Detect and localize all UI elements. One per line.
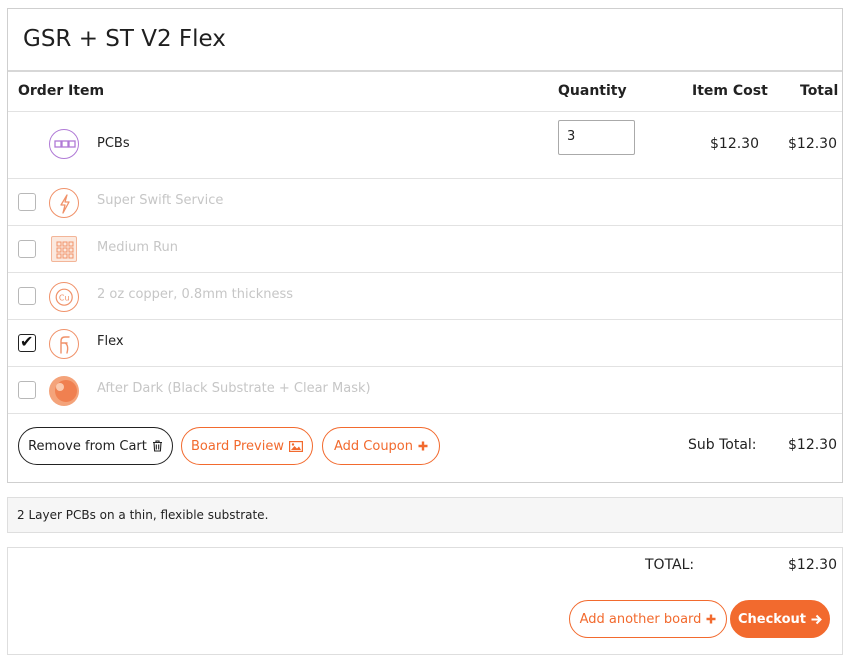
- pcbs-row: PCBs 3 $12.30 $12.30: [8, 112, 842, 179]
- header-total: Total: [800, 83, 839, 99]
- remove-from-cart-button[interactable]: Remove from Cart: [18, 427, 173, 465]
- image-icon: [288, 440, 303, 452]
- option-label: Flex: [97, 334, 124, 349]
- option-label: Super Swift Service: [97, 193, 224, 208]
- preview-label: Board Preview: [191, 438, 284, 454]
- header-item-cost: Item Cost: [692, 83, 768, 99]
- option-label: 2 oz copper, 0.8mm thickness: [97, 287, 294, 302]
- subtotal-value: $12.30: [788, 437, 837, 453]
- after-dark-checkbox[interactable]: [18, 381, 36, 399]
- medium-run-checkbox[interactable]: [18, 240, 36, 258]
- add-coupon-button[interactable]: Add Coupon: [322, 427, 440, 465]
- pcbs-item-cost: $12.30: [710, 136, 759, 152]
- grid-panel-icon: [51, 236, 77, 262]
- option-row-copper[interactable]: Cu 2 oz copper, 0.8mm thickness: [8, 273, 842, 320]
- arrow-right-icon: [811, 614, 822, 624]
- cart-actions: Remove from Cart Board Preview Add Coupo…: [8, 412, 842, 482]
- order-summary: TOTAL: $12.30 Add another board Checkout: [7, 547, 843, 655]
- pcbs-total: $12.30: [788, 136, 837, 152]
- quantity-input[interactable]: 3: [558, 120, 635, 155]
- header-quantity: Quantity: [558, 83, 627, 99]
- table-header: Order Item Quantity Item Cost Total: [8, 72, 842, 112]
- add-another-board-button[interactable]: Add another board: [569, 600, 727, 638]
- option-row-after-dark[interactable]: After Dark (Black Substrate + Clear Mask…: [8, 367, 842, 414]
- svg-text:Cu: Cu: [59, 294, 70, 303]
- option-row-medium-run[interactable]: Medium Run: [8, 226, 842, 273]
- pcbs-label: PCBs: [97, 136, 130, 151]
- option-row-flex[interactable]: ✔ Flex: [8, 320, 842, 367]
- pcb-board-icon: [49, 129, 79, 159]
- coupon-label: Add Coupon: [333, 438, 413, 454]
- option-label: Medium Run: [97, 240, 179, 255]
- checkout-label: Checkout: [737, 611, 806, 627]
- add-board-label: Add another board: [579, 611, 702, 627]
- after-dark-icon: [49, 376, 79, 406]
- subtotal-label: Sub Total:: [688, 437, 757, 453]
- remove-label: Remove from Cart: [28, 438, 147, 454]
- option-row-super-swift[interactable]: Super Swift Service: [8, 179, 842, 226]
- total-label: TOTAL:: [645, 557, 695, 573]
- plus-icon: [418, 441, 428, 451]
- header-order-item: Order Item: [18, 83, 105, 99]
- copper-checkbox[interactable]: [18, 287, 36, 305]
- order-title: GSR + ST V2 Flex: [8, 9, 842, 72]
- flex-checkbox[interactable]: ✔: [18, 332, 36, 352]
- checkout-button[interactable]: Checkout: [730, 600, 830, 638]
- total-value: $12.30: [788, 557, 837, 573]
- flex-icon: [49, 329, 79, 359]
- trash-icon: [152, 440, 162, 452]
- board-preview-button[interactable]: Board Preview: [181, 427, 313, 465]
- plus-icon: [706, 614, 716, 624]
- lightning-icon: [49, 188, 79, 218]
- option-label: After Dark (Black Substrate + Clear Mask…: [97, 381, 371, 396]
- order-panel: GSR + ST V2 Flex Order Item Quantity Ite…: [7, 8, 843, 483]
- checkmark-icon: ✔: [20, 332, 34, 351]
- copper-cu-icon: Cu: [49, 282, 79, 312]
- super-swift-checkbox[interactable]: [18, 193, 36, 211]
- board-description: 2 Layer PCBs on a thin, flexible substra…: [7, 497, 843, 533]
